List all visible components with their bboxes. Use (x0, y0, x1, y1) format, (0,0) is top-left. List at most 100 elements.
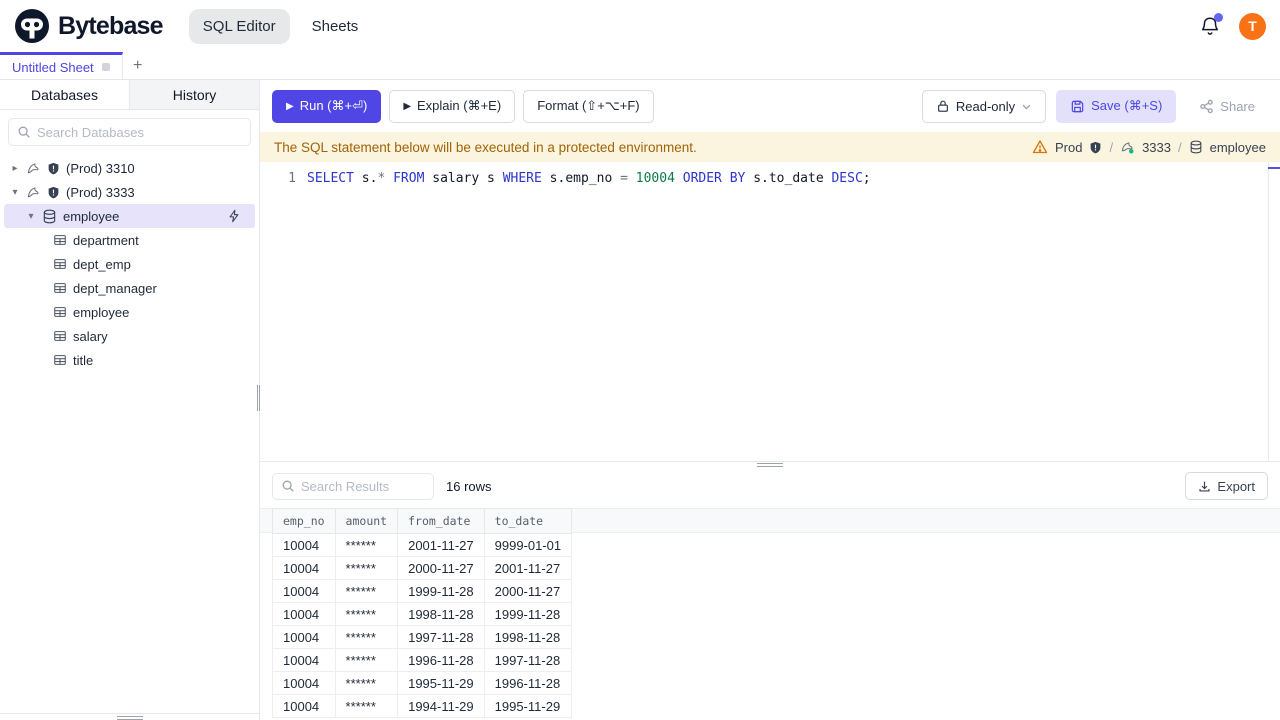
mysql-icon (26, 161, 41, 176)
table-cell: 1997-11-28 (483, 648, 573, 672)
tree-item-table[interactable]: dept_manager (0, 276, 259, 300)
caret-icon[interactable]: ▾ (26, 211, 36, 222)
table-row[interactable]: 10004 ****** 1996-11-28 1997-11-28 (272, 648, 573, 672)
table-cell: 10004 (272, 648, 336, 672)
column-header[interactable]: to_date (483, 508, 573, 534)
results-grid: emp_no amount from_date to_date 10004 ******… (260, 508, 1280, 720)
instance-label[interactable]: 3333 (1142, 140, 1171, 155)
tab-history[interactable]: History (130, 80, 259, 109)
editor-scrollbar[interactable] (1268, 162, 1280, 461)
table-cell: 1995-11-29 (483, 694, 573, 718)
results-search[interactable] (272, 472, 434, 500)
notification-badge (1214, 13, 1223, 22)
table-row[interactable]: 10004 ****** 2001-11-27 9999-01-01 (272, 533, 573, 557)
tree-item-database[interactable]: ▾ employee (4, 204, 255, 228)
table-cell: ****** (334, 648, 399, 672)
add-sheet-button[interactable]: + (123, 52, 153, 79)
column-header[interactable]: emp_no (272, 508, 336, 534)
brand-name: Bytebase (58, 11, 164, 40)
sql-editor[interactable]: 1 SELECT s.* FROM salary s WHERE s.emp_n… (260, 162, 1280, 461)
sheet-tab[interactable]: Untitled Sheet (0, 52, 123, 79)
caret-icon[interactable]: ▾ (10, 187, 20, 198)
drag-handle[interactable] (116, 716, 143, 720)
share-button[interactable]: Share (1186, 89, 1268, 123)
breadcrumb-separator: / (1178, 139, 1182, 155)
tree-item-label: employee (73, 304, 130, 320)
top-nav: SQL Editor Sheets (188, 8, 359, 44)
tree-item-table[interactable]: salary (0, 324, 259, 348)
table-cell: 2001-11-27 (483, 556, 573, 580)
table-cell: 10004 (272, 694, 336, 718)
readonly-label: Read-only (955, 98, 1016, 114)
table-row[interactable]: 10004 ****** 1999-11-28 2000-11-27 (272, 579, 573, 603)
nav-sql-editor[interactable]: SQL Editor (188, 8, 290, 44)
results-panel-divider (260, 461, 1280, 468)
column-header[interactable]: from_date (397, 508, 485, 534)
bolt-icon[interactable] (227, 209, 241, 223)
tree-item-instance[interactable]: ▸ (Prod) 3310 (0, 156, 259, 180)
environment-label[interactable]: Prod (1055, 140, 1082, 155)
database-label[interactable]: employee (1210, 140, 1266, 155)
tree-item-label: employee (63, 208, 120, 224)
table-cell: ****** (334, 671, 399, 695)
tree-item-label: dept_emp (73, 256, 131, 272)
avatar[interactable]: T (1239, 12, 1266, 40)
search-databases-input[interactable] (37, 124, 242, 140)
download-icon (1198, 480, 1211, 493)
table-icon (53, 281, 67, 295)
explain-label: Explain (⌘+E) (417, 98, 502, 113)
tree-item-table[interactable]: department (0, 228, 259, 252)
format-button[interactable]: Format (⇧+⌥+F) (523, 89, 654, 123)
connection-breadcrumb: Prod / 3333 / employee (1032, 139, 1266, 155)
table-row[interactable]: 10004 ****** 1994-11-29 1995-11-29 (272, 694, 573, 718)
warning-icon (1032, 139, 1048, 155)
table-cell: 2000-11-27 (397, 556, 485, 580)
tree-item-label: title (73, 352, 94, 368)
table-cell: 2000-11-27 (483, 579, 573, 603)
table-cell: 10004 (272, 625, 336, 649)
table-cell: ****** (334, 602, 399, 626)
bytebase-logo (14, 8, 50, 44)
run-button[interactable]: ▶ Run (⌘+⏎) (272, 89, 382, 123)
tree-item-instance[interactable]: ▾ (Prod) 3333 (0, 180, 259, 204)
table-cell: 1997-11-28 (397, 625, 485, 649)
table-cell: 1998-11-28 (397, 602, 485, 626)
results-header-row: emp_no amount from_date to_date (272, 508, 573, 534)
table-cell: ****** (334, 556, 399, 580)
column-header[interactable]: amount (334, 508, 399, 534)
save-button[interactable]: Save (⌘+S) (1056, 89, 1177, 123)
nav-sheets[interactable]: Sheets (312, 18, 359, 35)
results-table-body: 10004 ****** 2001-11-27 9999-01-01 10004 ****… (272, 533, 573, 718)
table-row[interactable]: 10004 ****** 1995-11-29 1996-11-28 (272, 671, 573, 695)
table-cell: 1999-11-28 (483, 602, 573, 626)
shield-icon (47, 186, 60, 199)
database-search[interactable] (8, 118, 251, 146)
search-results-input[interactable] (301, 478, 425, 494)
table-cell: ****** (334, 579, 399, 603)
database-icon (1189, 140, 1203, 154)
share-icon (1199, 99, 1214, 114)
tree-item-label: department (73, 232, 139, 248)
tree-item-table[interactable]: dept_emp (0, 252, 259, 276)
tab-databases[interactable]: Databases (0, 80, 130, 109)
tree-item-table[interactable]: employee (0, 300, 259, 324)
tree-item-label: salary (73, 328, 108, 344)
banner-message: The SQL statement below will be executed… (274, 139, 697, 155)
table-cell: ****** (334, 533, 399, 557)
tree-item-table[interactable]: title (0, 348, 259, 372)
table-cell: 2001-11-27 (397, 533, 485, 557)
tree-item-label: dept_manager (73, 280, 157, 296)
scrollbar-mark (1268, 167, 1280, 169)
table-row[interactable]: 10004 ****** 1997-11-28 1998-11-28 (272, 625, 573, 649)
table-row[interactable]: 10004 ****** 1998-11-28 1999-11-28 (272, 602, 573, 626)
notifications-button[interactable] (1199, 13, 1223, 37)
readonly-mode-dropdown[interactable]: Read-only (921, 89, 1047, 123)
caret-icon[interactable]: ▸ (10, 163, 20, 174)
save-icon (1070, 99, 1085, 114)
share-label: Share (1220, 98, 1255, 114)
export-button[interactable]: Export (1185, 472, 1268, 500)
drag-handle[interactable] (757, 463, 783, 469)
table-row[interactable]: 10004 ****** 2000-11-27 2001-11-27 (272, 556, 573, 580)
mysql-icon (1120, 140, 1135, 155)
explain-button[interactable]: ▶ Explain (⌘+E) (389, 89, 516, 123)
